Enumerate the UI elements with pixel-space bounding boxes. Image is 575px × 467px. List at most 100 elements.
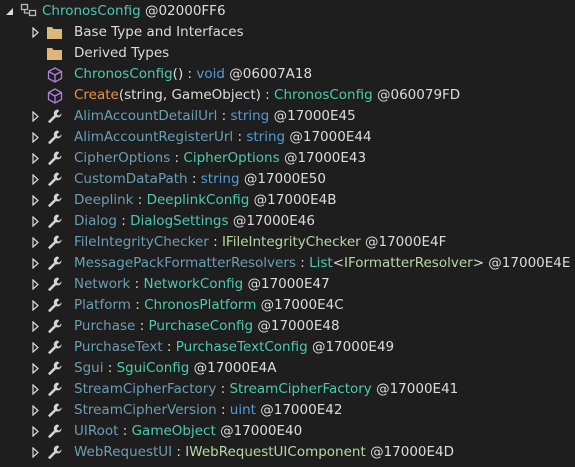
method-return-type: ChronosConfig (274, 87, 373, 103)
type-separator: : (130, 276, 144, 292)
collapsed-chevron-icon[interactable] (30, 379, 40, 400)
generic-type-argument: IFormatterResolver (344, 255, 473, 271)
property-wrench-icon (46, 339, 63, 356)
property-type: string (246, 129, 286, 145)
tree-row-property[interactable]: Deeplink : DeeplinkConfig @17000E4B (0, 190, 575, 211)
property-token: @17000E47 (247, 276, 330, 292)
property-token: @17000E4C (260, 297, 344, 313)
property-token: @17000E4B (253, 192, 337, 208)
property-type: PurchaseConfig (148, 318, 254, 334)
property-name: StreamCipherFactory (74, 381, 217, 397)
tree-row-property[interactable]: PurchaseText : PurchaseTextConfig @17000… (0, 337, 575, 358)
collapsed-chevron-icon[interactable] (30, 316, 40, 337)
collapsed-chevron-icon[interactable] (30, 337, 40, 358)
collapsed-chevron-icon[interactable] (30, 106, 40, 127)
collapsed-chevron-icon[interactable] (30, 358, 40, 379)
property-name: StreamCipherVersion (74, 402, 217, 418)
property-wrench-icon (46, 192, 63, 209)
tree-row-property[interactable]: CustomDataPath : string @17000E50 (0, 169, 575, 190)
tree-row-derived-types[interactable]: Derived Types (0, 43, 575, 64)
tree-row-property[interactable]: WebRequestUI : IWebRequestUIComponent @1… (0, 442, 575, 463)
tree-row-property[interactable]: FileIntegrityChecker : IFileIntegrityChe… (0, 232, 575, 253)
tree-row-property[interactable]: Network : NetworkConfig @17000E47 (0, 274, 575, 295)
property-wrench-icon (46, 108, 63, 125)
tree-row-property[interactable]: UIRoot : GameObject @17000E40 (0, 421, 575, 442)
property-type: List<IFormatterResolver> (309, 255, 484, 271)
property-label: CustomDataPath : string @17000E50 (74, 169, 326, 190)
collapsed-chevron-icon[interactable] (30, 274, 40, 295)
property-token: @17000E4D (370, 444, 455, 460)
collapsed-chevron-icon[interactable] (30, 421, 40, 442)
property-label: Platform : ChronosPlatform @17000E4C (74, 295, 344, 316)
tree-row-property[interactable]: Dialog : DialogSettings @17000E46 (0, 211, 575, 232)
property-name: WebRequestUI (74, 444, 173, 460)
tree-row-property[interactable]: Purchase : PurchaseConfig @17000E48 (0, 316, 575, 337)
tree-row-constructor[interactable]: ChronosConfig() : void @06007A18 (0, 64, 575, 85)
property-wrench-icon (46, 402, 63, 419)
property-token: @17000E4F (365, 234, 447, 250)
expanded-chevron-icon[interactable] (4, 1, 14, 22)
type-separator: : (295, 255, 310, 271)
property-type: uint (229, 402, 256, 418)
property-label: Purchase : PurchaseConfig @17000E48 (74, 316, 340, 337)
property-wrench-icon (46, 423, 63, 440)
property-name: Dialog (74, 213, 117, 229)
property-token: @17000E50 (243, 171, 326, 187)
collapsed-chevron-icon[interactable] (30, 232, 40, 253)
tree-row-property[interactable]: CipherOptions : CipherOptions @17000E43 (0, 148, 575, 169)
folder-label: Base Type and Interfaces (74, 24, 244, 40)
collapsed-chevron-icon[interactable] (30, 400, 40, 421)
collapsed-chevron-icon[interactable] (30, 442, 40, 463)
tree-row-property[interactable]: MessagePackFormatterResolvers : List<IFo… (0, 253, 575, 274)
method-cube-icon (46, 66, 63, 83)
generic-open-bracket: < (332, 255, 345, 271)
folder-label: Derived Types (74, 45, 170, 61)
property-type: GameObject (131, 423, 216, 439)
tree-row-property[interactable]: Platform : ChronosPlatform @17000E4C (0, 295, 575, 316)
property-wrench-icon (46, 234, 63, 251)
property-label: UIRoot : GameObject @17000E40 (74, 421, 302, 442)
property-label: WebRequestUI : IWebRequestUIComponent @1… (74, 442, 454, 463)
property-label: Deeplink : DeeplinkConfig @17000E4B (74, 190, 337, 211)
generic-close-bracket: > (472, 255, 484, 271)
tree-row-property[interactable]: Sgui : SguiConfig @17000E4A (0, 358, 575, 379)
collapsed-chevron-icon[interactable] (30, 22, 40, 43)
type-separator: : (216, 402, 230, 418)
collapsed-chevron-icon[interactable] (30, 211, 40, 232)
type-separator: : (260, 87, 275, 103)
property-wrench-icon (46, 360, 63, 377)
type-separator: : (172, 444, 186, 460)
method-name: Create (74, 87, 119, 103)
root-class-token: @02000FF6 (144, 3, 226, 19)
tree-row-property[interactable]: AlimAccountDetailUrl : string @17000E45 (0, 106, 575, 127)
collapsed-chevron-icon[interactable] (30, 127, 40, 148)
tree-row-property[interactable]: AlimAccountRegisterUrl : string @17000E4… (0, 127, 575, 148)
property-label: AlimAccountRegisterUrl : string @17000E4… (74, 127, 372, 148)
collapsed-chevron-icon[interactable] (30, 190, 40, 211)
type-separator: : (135, 318, 149, 334)
property-name: FileIntegrityChecker (74, 234, 209, 250)
collapsed-chevron-icon[interactable] (30, 295, 40, 316)
method-cube-icon (46, 87, 63, 104)
tree-row-create-method[interactable]: Create(string, GameObject) : ChronosConf… (0, 85, 575, 106)
tree-row-root[interactable]: ChronosConfig @02000FF6 (0, 1, 575, 22)
tree-row-base-types[interactable]: Base Type and Interfaces (0, 22, 575, 43)
property-token: @17000E40 (220, 423, 303, 439)
property-name: AlimAccountRegisterUrl (74, 129, 234, 145)
method-token: @060079FD (377, 87, 461, 103)
property-name: Deeplink (74, 192, 134, 208)
collapsed-chevron-icon[interactable] (30, 148, 40, 169)
property-token: @17000E48 (257, 318, 340, 334)
collapsed-chevron-icon[interactable] (30, 169, 40, 190)
property-label: Sgui : SguiConfig @17000E4A (74, 358, 276, 379)
property-token: @17000E44 (289, 129, 372, 145)
method-token: @06007A18 (229, 66, 313, 82)
property-name: Network (74, 276, 131, 292)
collapsed-chevron-icon[interactable] (30, 253, 40, 274)
tree-row-property[interactable]: StreamCipherFactory : StreamCipherFactor… (0, 379, 575, 400)
tree-row-property[interactable]: StreamCipherVersion : uint @17000E42 (0, 400, 575, 421)
property-name: UIRoot (74, 423, 119, 439)
property-label: StreamCipherVersion : uint @17000E42 (74, 400, 342, 421)
property-type: DialogSettings (130, 213, 229, 229)
property-token: @17000E49 (311, 339, 395, 355)
